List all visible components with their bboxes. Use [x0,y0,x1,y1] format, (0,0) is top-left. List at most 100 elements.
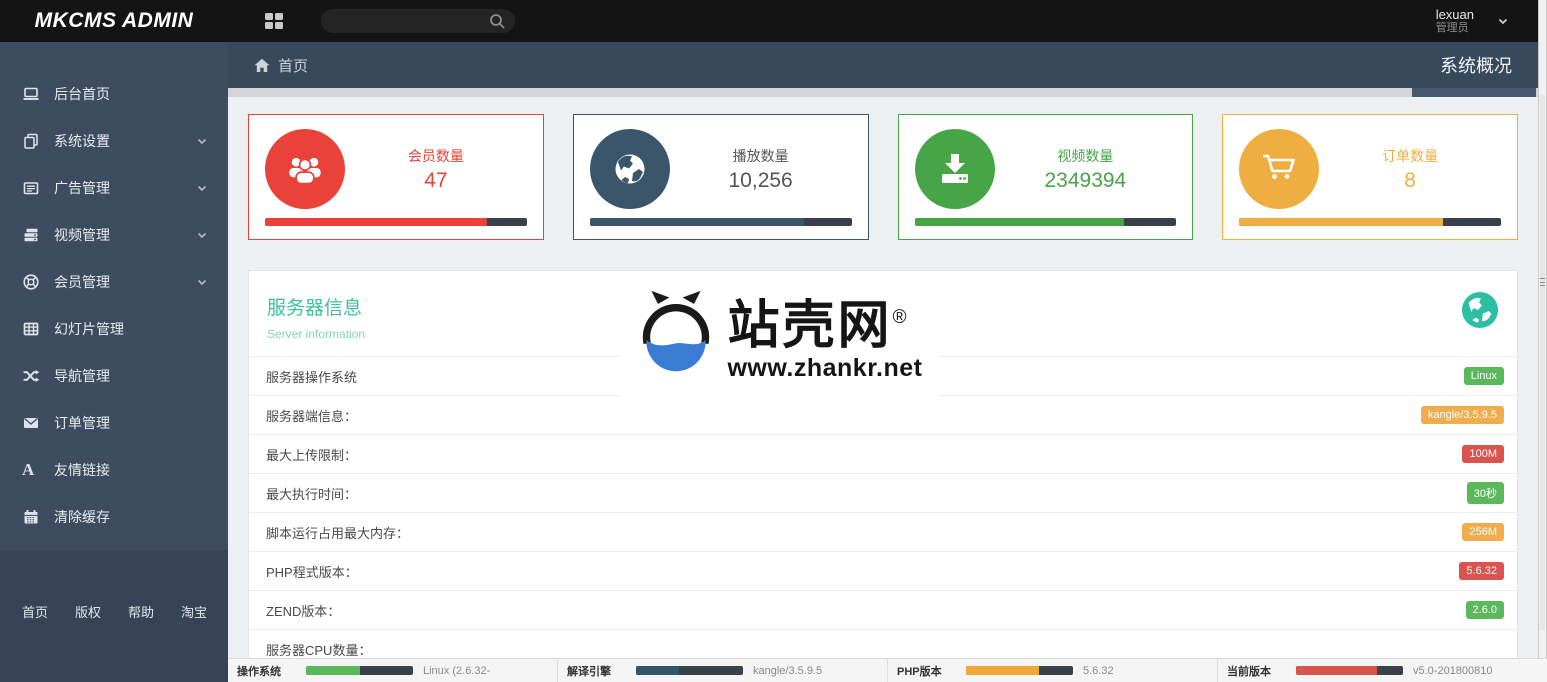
desktop-icon [22,85,54,103]
stat-cards-row: 会员数量 47 播放数量 10,256 视频数量 2349394 订单数量 8 [248,114,1518,240]
stat-label: 播放数量 [732,147,789,164]
sidebar-item-label: 会员管理 [54,273,110,290]
status-segment-version: 当前版本 v5.0-201800810 [1227,664,1493,678]
stat-value: 2349394 [1044,168,1127,192]
sidebar-item-links[interactable]: A 友情链接 [0,446,228,493]
user-menu[interactable]: lexuan 管理员 [1435,6,1510,35]
stat-label: 订单数量 [1382,147,1439,164]
stat-value: 47 [424,168,448,192]
status-badge: 100M [1462,445,1504,463]
table-row: PHP程式版本： 5.6.32 [249,551,1517,590]
status-segment-os: 操作系统 Linux (2.6.32- [228,659,558,682]
search-box[interactable] [321,9,515,33]
footer-link-taobao[interactable]: 淘宝 [181,602,207,621]
status-progress [306,666,413,675]
stat-progress [1239,218,1501,226]
sidebar-item-navigation[interactable]: 导航管理 [0,352,228,399]
user-name: lexuan [1435,6,1474,22]
sidebar-item-label: 导航管理 [54,367,110,384]
users-icon [265,129,345,209]
stat-card-videos: 视频数量 2349394 [897,114,1194,240]
sidebar-item-dashboard[interactable]: 后台首页 [0,70,228,117]
footer-link-help[interactable]: 帮助 [128,602,154,621]
main-content: 会员数量 47 播放数量 10,256 视频数量 2349394 订单数量 8 … [228,97,1538,658]
table-row: 服务器CPU数量： [249,629,1517,658]
status-progress [966,666,1073,675]
app-logo: MKCMS ADMIN [34,9,194,32]
globe-icon [589,129,670,209]
stat-card-orders: 订单数量 8 [1222,114,1518,240]
table-row: 服务器端信息： kangle/3.5.9.5 [249,395,1517,434]
vertical-scrollbar-thumb[interactable] [1540,95,1545,630]
status-badge: 256M [1462,523,1504,541]
chevron-down-icon [1496,14,1510,28]
sidebar-footer: 首页 版权 帮助 淘宝 [0,550,228,682]
chevron-down-icon [196,135,208,147]
sidebar-item-members[interactable]: 会员管理 [0,258,228,305]
watermark-url: www.zhankr.net [727,353,923,382]
home-icon [254,58,270,72]
cart-icon [1239,129,1320,209]
sidebar-item-label: 清除缓存 [54,508,110,525]
letter-a-icon: A [22,459,35,479]
footer-link-home[interactable]: 首页 [22,602,48,621]
horizontal-scrollbar-thumb[interactable] [1412,88,1536,97]
globe-icon [1461,291,1499,334]
status-segment-engine: 解译引擎 kangle/3.5.9.5 [558,659,888,682]
user-role: 管理员 [1435,21,1469,34]
sidebar-item-ads[interactable]: 广告管理 [0,164,228,211]
calendar-icon [22,508,54,526]
table-row: 最大上传限制： 100M [249,434,1517,473]
stat-progress [914,218,1177,226]
sidebar-item-slides[interactable]: 幻灯片管理 [0,305,228,352]
sidebar-item-orders[interactable]: 订单管理 [0,399,228,446]
stat-label: 会员数量 [407,147,464,164]
sidebar-item-videos[interactable]: 视频管理 [0,211,228,258]
chevron-down-icon [196,276,208,288]
sidebar-item-label: 订单管理 [54,414,110,431]
search-input[interactable] [335,14,489,28]
breadcrumb-home-label: 首页 [278,57,309,75]
server-info-panel: 服务器信息 Server information 服务器操作系统 Linux 服… [248,270,1518,658]
chevron-down-icon [196,182,208,194]
search-icon[interactable] [489,13,506,30]
stat-value: 8 [1404,168,1416,192]
top-bar: MKCMS ADMIN lexuan 管理员 [0,0,1538,42]
status-badge: kangle/3.5.9.5 [1420,406,1504,424]
sidebar-menu: 后台首页 系统设置 广告管理 视频管理 会员管理 幻灯片管理 导航管理 订单管理… [0,42,228,540]
watermark-brand: 站壳网® [727,296,910,355]
status-badge: Linux [1463,367,1504,385]
stat-progress [589,218,852,226]
status-badge: 5.6.32 [1459,562,1504,580]
vertical-scrollbar[interactable] [1538,0,1547,658]
stat-label: 视频数量 [1057,147,1114,164]
page-title: 系统概况 [1440,56,1512,76]
footer-link-copyright[interactable]: 版权 [75,602,101,621]
breadcrumb-bar: 首页 系统概况 [228,42,1538,88]
shuffle-icon [22,367,54,385]
table-row: 脚本运行占用最大内存： 256M [249,512,1517,551]
sidebar-item-label: 后台首页 [54,85,110,102]
chevron-down-icon [196,229,208,241]
sidebar-item-label: 友情链接 [54,461,110,478]
sidebar-item-label: 幻灯片管理 [54,320,124,337]
sidebar-item-system-settings[interactable]: 系统设置 [0,117,228,164]
stat-progress [265,218,527,226]
sidebar-item-label: 广告管理 [54,179,110,196]
envelope-icon [22,414,54,432]
status-bar: 操作系统 Linux (2.6.32- 解译引擎 kangle/3.5.9.5 … [228,658,1547,682]
status-progress [1296,666,1403,675]
server-icon [22,226,54,244]
sidebar-item-clear-cache[interactable]: 清除缓存 [0,493,228,540]
status-badge: 30秒 [1466,482,1504,504]
horizontal-scrollbar[interactable] [228,88,1538,97]
breadcrumb[interactable]: 首页 [254,55,308,76]
copy-icon [22,132,54,150]
sidebar-item-label: 视频管理 [54,226,110,243]
newspaper-icon [22,179,54,197]
apps-grid-icon[interactable] [264,12,284,30]
stat-value: 10,256 [728,168,793,192]
sidebar: 后台首页 系统设置 广告管理 视频管理 会员管理 幻灯片管理 导航管理 订单管理… [0,42,228,682]
stat-card-members: 会员数量 47 [248,114,544,240]
status-progress [636,666,743,675]
